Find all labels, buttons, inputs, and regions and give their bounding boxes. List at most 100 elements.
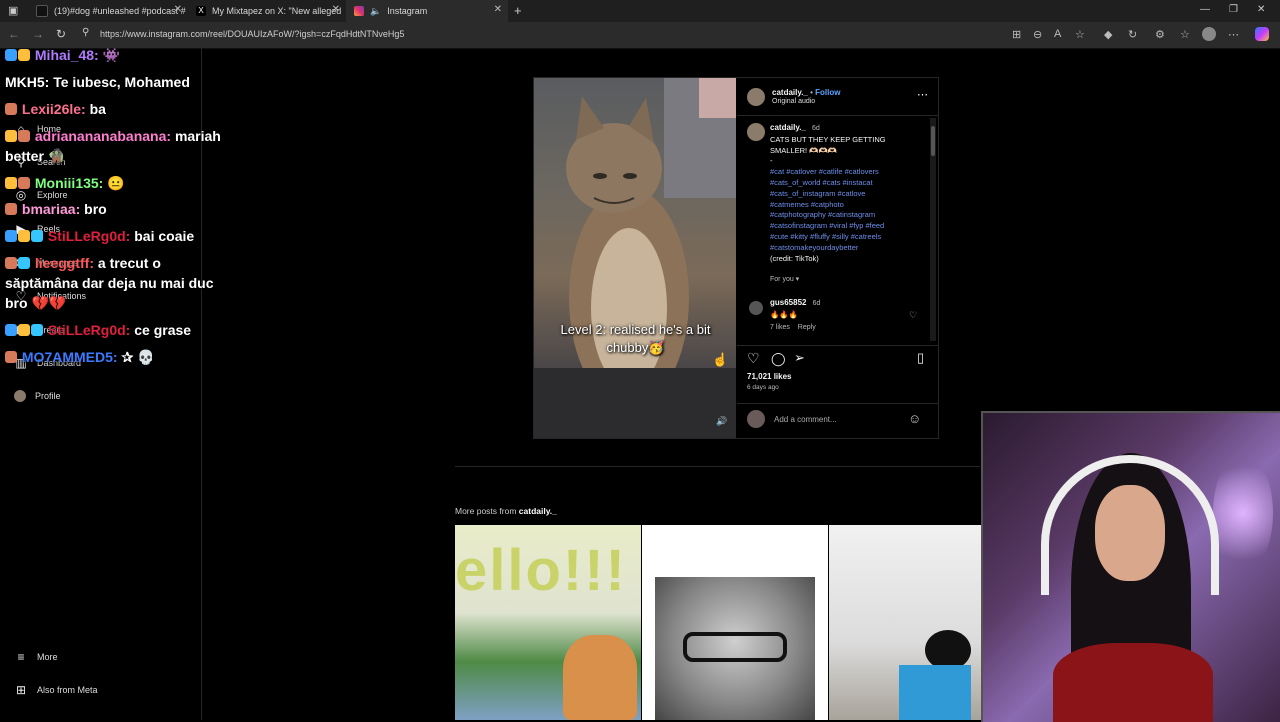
chat-emote-icon <box>18 49 30 61</box>
hashtag-line[interactable]: #catsofinstagram #viral #fyp #feed <box>770 221 925 232</box>
close-icon[interactable]: ✕ <box>494 4 502 15</box>
hashtag-line[interactable]: #cats_of_instagram #catlove <box>770 189 925 200</box>
audio-label[interactable]: Original audio <box>772 98 840 105</box>
browser-tab-3[interactable]: 🔈 Instagram ✕ <box>346 0 508 22</box>
close-icon[interactable]: ✕ <box>332 4 340 15</box>
share-icon[interactable]: ➢ <box>794 350 805 366</box>
split-screen-icon[interactable]: ☆ <box>1180 28 1190 41</box>
post-thumbnail[interactable] <box>829 525 981 720</box>
chat-badge-icon <box>18 257 30 269</box>
hashtag-line[interactable]: #catmemes #catphoto <box>770 200 925 211</box>
for-you-dropdown[interactable]: For you ▾ <box>770 275 925 286</box>
copilot-icon[interactable] <box>1255 27 1269 41</box>
chat-message: adrianananabanana: mariah <box>5 128 221 144</box>
chat-text: ba <box>89 101 106 117</box>
volume-icon[interactable]: 🔊 <box>716 416 727 427</box>
puzzle-icon[interactable]: ⚙ <box>1155 28 1165 41</box>
audio-icon[interactable]: 🔈 <box>370 6 381 17</box>
hashtag-line[interactable]: #cats_of_world #cats #instacat <box>770 178 925 189</box>
extension-icon[interactable]: ◆ <box>1104 28 1112 41</box>
back-icon[interactable]: ← <box>8 27 20 41</box>
tab-title: Instagram <box>387 6 428 16</box>
reply-button[interactable]: Reply <box>798 324 816 331</box>
favorite-icon[interactable]: ☆ <box>1075 28 1085 41</box>
caption-username[interactable]: catdaily._ <box>770 123 806 132</box>
chat-message: lieeggtff: a trecut o <box>5 255 161 271</box>
sidebar-item-more[interactable]: ≡ More <box>14 650 57 664</box>
sword-badge-icon <box>5 324 17 336</box>
hashtag-line[interactable]: #cute #kitty #fluffy #silly #catreels <box>770 232 925 243</box>
caption-scrollbar[interactable] <box>930 118 936 341</box>
chat-text: Te iubesc, Mohamed <box>53 74 190 90</box>
post-username[interactable]: catdaily._ <box>772 88 808 97</box>
glasses-icon <box>683 632 787 662</box>
browser-tab-2[interactable]: X My Mixtapez on X: "New alleged ✕ <box>188 0 346 22</box>
chat-username: StiLLeRg0d: <box>47 322 131 338</box>
add-comment-input[interactable]: Add a comment... <box>774 415 837 424</box>
close-window-icon[interactable]: ✕ <box>1257 4 1265 15</box>
refresh-icon[interactable]: ↻ <box>56 27 66 41</box>
post-thumbnail[interactable]: ello!!! <box>455 525 641 720</box>
avatar[interactable] <box>747 88 765 106</box>
url-field[interactable]: https://www.instagram.com/reel/DOUAUIzAF… <box>100 29 404 39</box>
hashtag-line[interactable]: #cat #catlover #catlife #catlovers <box>770 167 925 178</box>
more-options-icon[interactable]: ⋯ <box>917 88 928 101</box>
post-thumbnail[interactable] <box>642 525 828 720</box>
translate-icon[interactable]: A <box>1054 28 1061 40</box>
broken-heart-icon: 💔💔 <box>31 295 67 311</box>
profile-avatar-icon[interactable] <box>1202 27 1216 41</box>
chat-text: bro <box>5 295 28 311</box>
chat-badge-icon <box>18 177 30 189</box>
chat-message: bro 💔💔 <box>5 295 66 311</box>
app-available-icon[interactable]: ⊞ <box>1012 28 1021 41</box>
more-posts-username[interactable]: catdaily._ <box>519 506 557 516</box>
tab-actions-icon[interactable]: ▣ <box>8 4 18 17</box>
follow-button[interactable]: Follow <box>815 88 840 97</box>
refresh-ext-icon[interactable]: ↻ <box>1128 28 1137 41</box>
comment-likes[interactable]: 7 likes <box>770 324 790 331</box>
chat-message: Lexii26le: ba <box>5 101 106 117</box>
more-posts-heading: More posts from catdaily._ <box>455 506 557 516</box>
scrollbar-thumb[interactable] <box>931 126 935 156</box>
comment-icon[interactable]: ◯ <box>771 351 786 367</box>
chat-text: bai coaie <box>134 228 195 244</box>
sidebar-item-label: Profile <box>35 391 61 401</box>
hashtag-line[interactable]: #catstomakeyourdaybetter <box>770 243 925 254</box>
browser-tab-1[interactable]: (19)#dog #unleashed #podcast # ✕ <box>28 0 188 22</box>
close-icon[interactable]: ✕ <box>174 4 182 15</box>
post-header: catdaily._ • Follow Original audio <box>772 88 840 105</box>
chat-message: Mihai_48: 👾 <box>5 47 120 63</box>
reel-video[interactable]: Level 2: realised he's a bit chubby🥳 🔊 <box>534 78 736 438</box>
forward-icon[interactable]: → <box>32 27 44 41</box>
streamer-top <box>1053 643 1213 722</box>
avatar <box>747 410 765 428</box>
menu-icon: ≡ <box>17 650 25 664</box>
streamer-webcam <box>981 411 1280 722</box>
sidebar-item-also-from-meta[interactable]: ⊞ Also from Meta <box>14 683 98 697</box>
avatar[interactable] <box>749 301 763 315</box>
restore-icon[interactable]: ❐ <box>1229 4 1238 15</box>
comment-like-icon[interactable]: ♡ <box>909 310 917 321</box>
chat-username: Moniii135: <box>34 175 104 191</box>
address-bar: ← → ↻ ⚲ https://www.instagram.com/reel/D… <box>0 22 1280 49</box>
chat-badge-icon <box>5 203 17 215</box>
sidebar-item-profile[interactable]: Profile <box>14 390 61 402</box>
blue-box-image <box>899 665 971 720</box>
zoom-icon[interactable]: ⊖ <box>1033 28 1042 41</box>
comment-username[interactable]: gus65852 <box>770 298 806 307</box>
save-icon[interactable]: ▯ <box>917 350 924 366</box>
minimize-icon[interactable]: — <box>1200 4 1210 15</box>
video-caption: Level 2: realised he's a bit chubby🥳 <box>560 322 711 355</box>
hashtag-line[interactable]: #catphotography #catinstagram <box>770 210 925 221</box>
more-icon[interactable]: ⋯ <box>1228 28 1239 41</box>
divider <box>737 115 938 116</box>
chat-badge-icon <box>31 324 43 336</box>
new-tab-icon[interactable]: + <box>514 3 522 18</box>
like-icon[interactable]: ♡ <box>747 350 760 367</box>
chat-message: Moniii135: 😐 <box>5 175 125 191</box>
emoji-icon[interactable]: ☺ <box>908 411 921 426</box>
site-info-icon[interactable]: ⚲ <box>82 27 89 38</box>
instagram-favicon-icon <box>354 6 364 16</box>
avatar[interactable] <box>747 123 765 141</box>
likes-count[interactable]: 71,021 likes <box>747 372 791 381</box>
